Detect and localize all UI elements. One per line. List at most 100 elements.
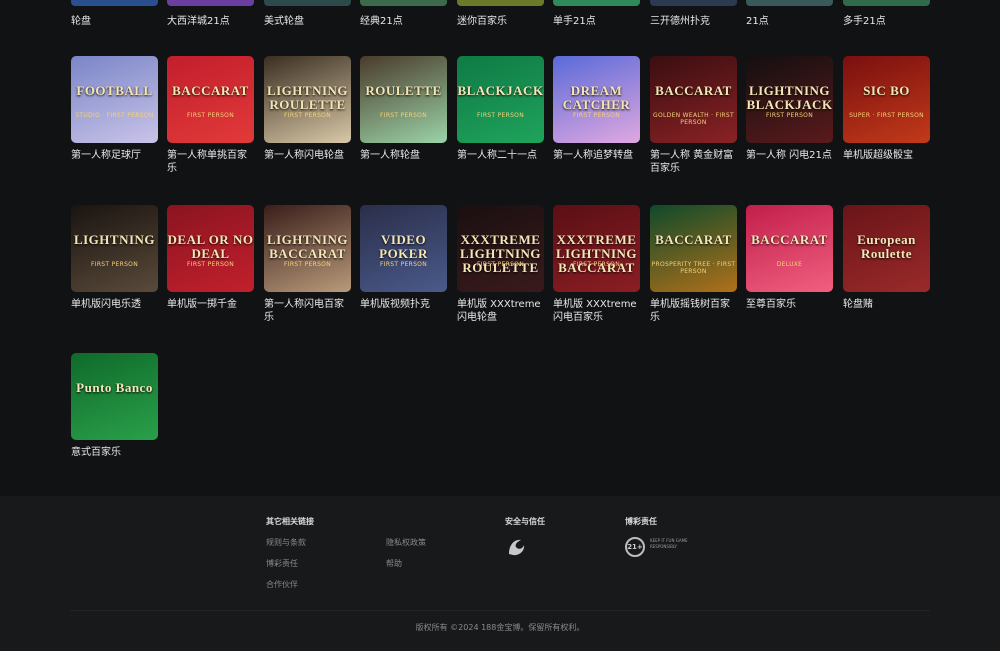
game-title[interactable]: 单机版闪电乐透: [71, 298, 158, 311]
game-card[interactable]: 大西洋城21点: [167, 0, 254, 30]
game-title[interactable]: 单机版一掷千金: [167, 298, 254, 311]
game-logo-text: VIDEO POKER: [379, 232, 428, 261]
game-title[interactable]: 大西洋城21点: [167, 12, 230, 27]
game-logo-text: FOOTBALL: [76, 83, 153, 98]
game-thumbnail[interactable]: ROULETTE FIRST PERSON: [360, 56, 447, 143]
game-thumbnail[interactable]: [167, 0, 254, 6]
game-thumbnail[interactable]: XXXTREME LIGHTNING ROULETTE FIRST PERSON: [457, 205, 544, 292]
game-logo-text: LIGHTNING BACCARAT: [266, 232, 349, 261]
game-logo-text: European Roulette: [857, 232, 916, 261]
game-thumbnail[interactable]: Punto Banco: [71, 353, 158, 440]
game-card[interactable]: 单手21点: [553, 0, 640, 30]
game-title[interactable]: 单手21点: [553, 12, 596, 27]
game-thumbnail[interactable]: BACCARAT FIRST PERSON: [167, 56, 254, 143]
game-thumbnail[interactable]: SIC BO SUPER · FIRST PERSON: [843, 56, 930, 143]
game-thumbnail[interactable]: BACCARAT DELUXE: [746, 205, 833, 292]
game-title[interactable]: 第一人称追梦转盘: [553, 149, 640, 162]
game-card[interactable]: 多手21点: [843, 0, 930, 30]
game-card[interactable]: 经典21点: [360, 0, 447, 30]
game-logo-subtitle: STUDIO · FIRST PERSON: [75, 112, 154, 119]
game-logo-text: BACCARAT: [751, 232, 828, 247]
footer-link-help[interactable]: 帮助: [386, 558, 402, 569]
game-thumbnail[interactable]: [843, 0, 930, 6]
trust-logo-icon: [509, 539, 525, 556]
game-title[interactable]: 第一人称闪电轮盘: [264, 149, 351, 162]
game-title[interactable]: 美式轮盘: [264, 12, 304, 27]
footer-link-responsible-gaming[interactable]: 博彩责任: [266, 558, 298, 569]
game-title[interactable]: 第一人称 闪电21点: [746, 149, 833, 162]
game-logo-text: DREAM CATCHER: [562, 83, 631, 112]
game-title[interactable]: 单机版视频扑克: [360, 298, 447, 311]
game-thumbnail[interactable]: FOOTBALL STUDIO · FIRST PERSON: [71, 56, 158, 143]
game-logo-text: LIGHTNING: [73, 232, 156, 247]
game-thumbnail[interactable]: XXXTREME LIGHTNING BACCARAT FIRST PERSON: [553, 205, 640, 292]
game-title[interactable]: 第一人称足球厅: [71, 149, 158, 162]
game-title[interactable]: 21点: [746, 12, 769, 27]
game-thumbnail[interactable]: [746, 0, 833, 6]
game-thumbnail[interactable]: BACCARAT PROSPERITY TREE · FIRST PERSON: [650, 205, 737, 292]
footer-link-privacy[interactable]: 隐私权政策: [386, 537, 426, 548]
game-title[interactable]: 单机版超级骰宝: [843, 149, 930, 162]
game-title[interactable]: 第一人称二十一点: [457, 149, 544, 162]
game-thumbnail[interactable]: LIGHTNING BLACKJACK FIRST PERSON: [746, 56, 833, 143]
game-thumbnail[interactable]: LIGHTNING FIRST PERSON: [71, 205, 158, 292]
game-card[interactable]: 三开德州扑克: [650, 0, 737, 30]
top-row: 轮盘 大西洋城21点 美式轮盘 经典21点 迷你百家乐 单手21点 三开德州扑克 21点 多手2…: [0, 0, 1000, 30]
game-logo-subtitle: FIRST PERSON: [477, 261, 524, 268]
game-thumbnail[interactable]: [650, 0, 737, 6]
game-logo-subtitle: FIRST PERSON: [477, 112, 524, 119]
game-title[interactable]: 第一人称轮盘: [360, 149, 447, 162]
game-thumbnail[interactable]: [553, 0, 640, 6]
footer-link-terms[interactable]: 规则与条款: [266, 537, 306, 548]
game-logo-subtitle: FIRST PERSON: [284, 112, 331, 119]
footer-trust-heading: 安全与信任: [505, 517, 545, 526]
game-thumbnail[interactable]: DREAM CATCHER FIRST PERSON: [553, 56, 640, 143]
footer-link-partners[interactable]: 合作伙伴: [266, 579, 298, 590]
game-logo-text: LIGHTNING BLACKJACK: [746, 83, 833, 112]
game-title[interactable]: 第一人称闪电百家乐: [264, 298, 351, 324]
game-card[interactable]: 迷你百家乐: [457, 0, 544, 30]
game-logo-subtitle: SUPER · FIRST PERSON: [849, 112, 924, 119]
game-thumbnail[interactable]: BACCARAT GOLDEN WEALTH · FIRST PERSON: [650, 56, 737, 143]
game-logo-text: DEAL OR NO DEAL: [167, 232, 254, 261]
game-logo-subtitle: DELUXE: [776, 261, 803, 268]
game-title[interactable]: 单机版摇钱树百家乐: [650, 298, 737, 324]
footer-responsible-heading: 博彩责任: [625, 517, 657, 526]
game-thumbnail[interactable]: BLACKJACK FIRST PERSON: [457, 56, 544, 143]
game-logo-text: BACCARAT: [655, 83, 732, 98]
game-card[interactable]: 美式轮盘: [264, 0, 351, 30]
game-logo-text: ROULETTE: [365, 83, 442, 98]
game-title[interactable]: 迷你百家乐: [457, 12, 507, 27]
game-logo-text: SIC BO: [863, 83, 910, 98]
keep-it-fun-text: KEEP IT FUN GAME RESPONSIBLY: [650, 538, 688, 549]
game-title[interactable]: 单机版 XXXtreme 闪电轮盘: [457, 298, 544, 324]
game-thumbnail[interactable]: [457, 0, 544, 6]
game-thumbnail[interactable]: LIGHTNING BACCARAT FIRST PERSON: [264, 205, 351, 292]
age-21-badge-icon: 21+: [625, 537, 645, 557]
game-title[interactable]: 第一人称 黄金财富百家乐: [650, 149, 737, 175]
game-title[interactable]: 意式百家乐: [71, 446, 158, 459]
game-thumbnail[interactable]: DEAL OR NO DEAL FIRST PERSON: [167, 205, 254, 292]
game-logo-subtitle: FIRST PERSON: [284, 261, 331, 268]
game-title[interactable]: 单机版 XXXtreme 闪电百家乐: [553, 298, 640, 324]
game-title[interactable]: 多手21点: [843, 12, 886, 27]
game-title[interactable]: 经典21点: [360, 12, 403, 27]
game-logo-subtitle: PROSPERITY TREE · FIRST PERSON: [651, 261, 736, 275]
game-title[interactable]: 轮盘: [71, 12, 91, 27]
game-thumbnail[interactable]: LIGHTNING ROULETTE FIRST PERSON: [264, 56, 351, 143]
game-thumbnail[interactable]: [264, 0, 351, 6]
game-title[interactable]: 第一人称单挑百家乐: [167, 149, 254, 175]
game-title[interactable]: 三开德州扑克: [650, 12, 710, 27]
copyright: 版权所有 ©2024 188金宝博。保留所有权利。: [415, 623, 585, 632]
game-title[interactable]: 轮盘赌: [843, 298, 930, 311]
game-card[interactable]: 21点: [746, 0, 833, 30]
game-thumbnail[interactable]: European Roulette: [843, 205, 930, 292]
game-thumbnail[interactable]: VIDEO POKER FIRST PERSON: [360, 205, 447, 292]
game-thumbnail[interactable]: [71, 0, 158, 6]
game-card[interactable]: 轮盘: [71, 0, 158, 30]
games-grid: 轮盘 大西洋城21点 美式轮盘 经典21点 迷你百家乐 单手21点 三开德州扑克 21点 多手2…: [0, 0, 1000, 496]
game-logo-text: XXXTREME LIGHTNING BACCARAT: [555, 232, 638, 275]
game-logo-text: LIGHTNING ROULETTE: [266, 83, 349, 112]
game-title[interactable]: 至尊百家乐: [746, 298, 833, 311]
game-thumbnail[interactable]: [360, 0, 447, 6]
